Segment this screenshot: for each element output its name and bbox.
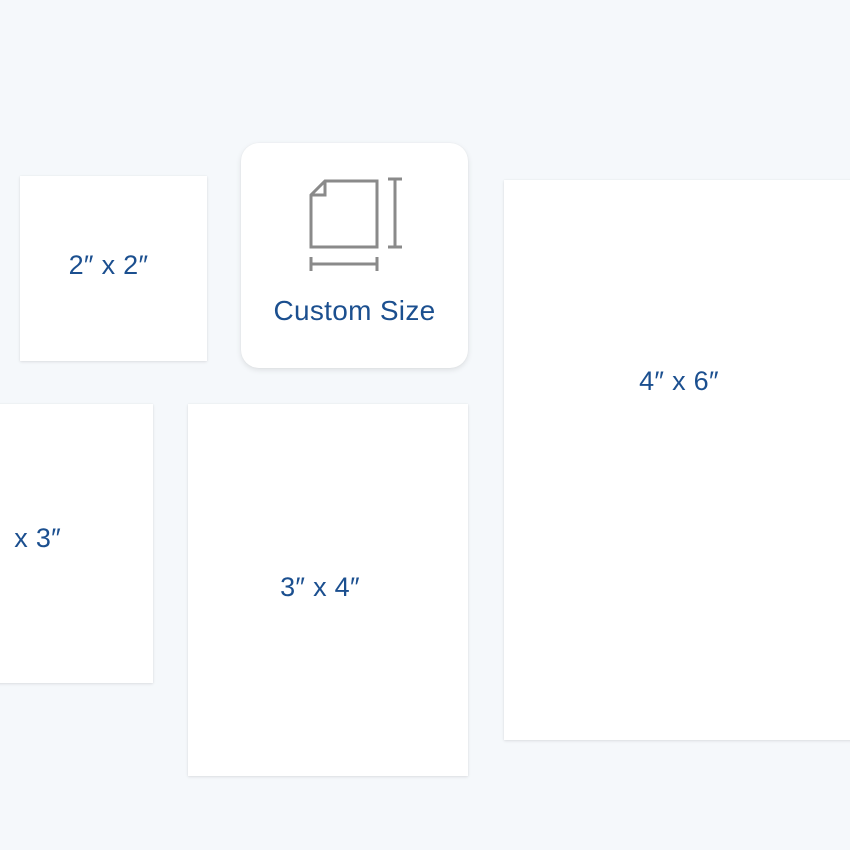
size-label-4x6: 4″ x 6″ — [639, 365, 719, 396]
size-option-2x3[interactable]: x 3″ — [0, 404, 153, 683]
size-option-custom[interactable]: Custom Size — [241, 143, 468, 368]
size-option-4x6[interactable]: 4″ x 6″ — [504, 180, 850, 740]
size-label-2x3: x 3″ — [14, 523, 61, 553]
size-option-2x2[interactable]: 2″ x 2″ — [20, 176, 207, 361]
custom-size-icon — [309, 177, 402, 271]
size-label-custom: Custom Size — [273, 295, 436, 326]
size-label-3x4: 3″ x 4″ — [280, 571, 360, 602]
print-size-selector: 2″ x 2″ Custom Size x 3″ 3″ x 4″ 4″ x 6″ — [0, 0, 850, 850]
size-option-3x4[interactable]: 3″ x 4″ — [188, 404, 468, 776]
size-label-2x2: 2″ x 2″ — [68, 250, 149, 280]
